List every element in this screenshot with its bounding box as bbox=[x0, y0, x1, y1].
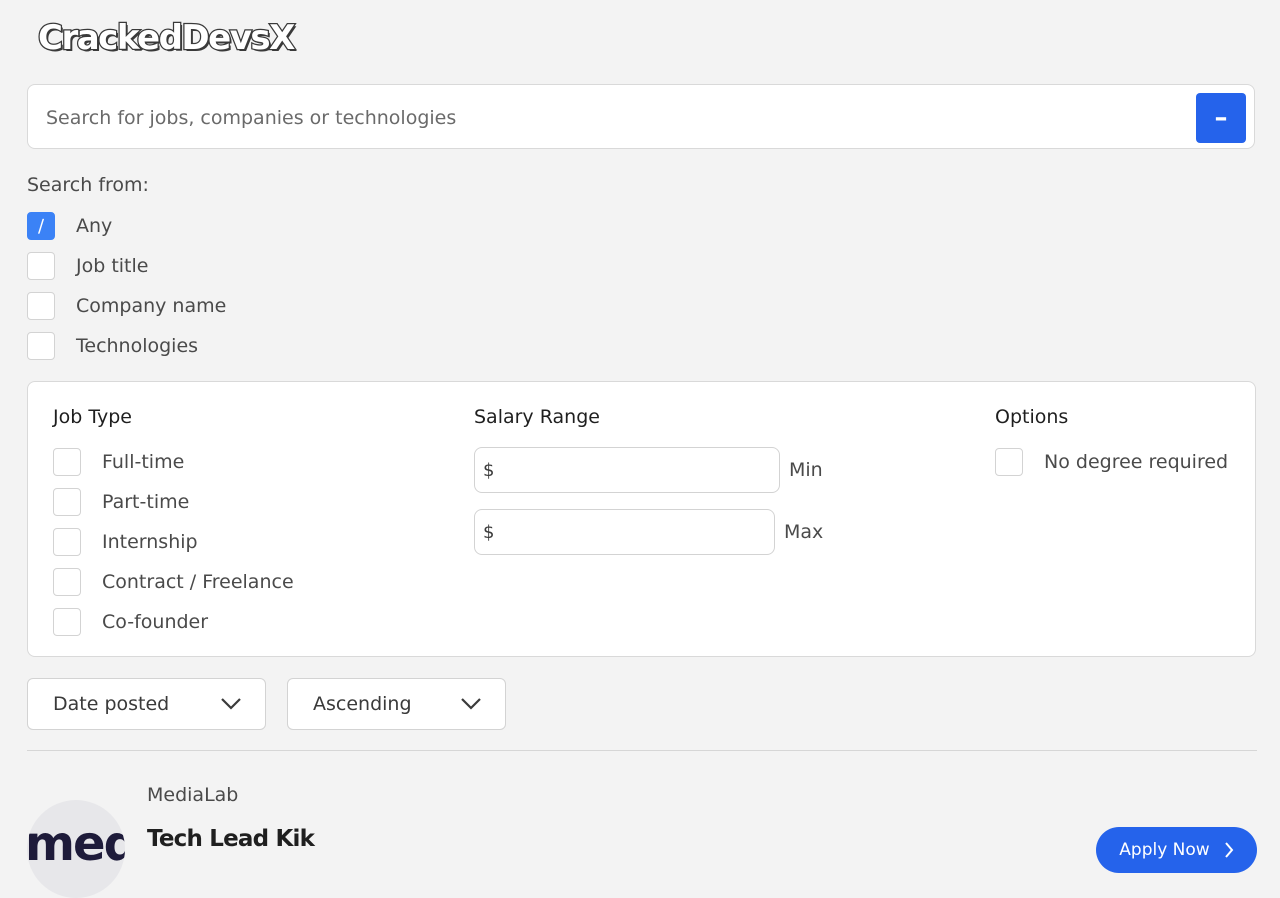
options-heading: Options bbox=[995, 406, 1069, 428]
search-from-any[interactable]: ∕ Any bbox=[27, 211, 112, 241]
job-type-internship[interactable]: Internship bbox=[53, 527, 198, 557]
checkbox-company-name[interactable] bbox=[27, 292, 55, 320]
search-from-label: Search from: bbox=[27, 174, 149, 196]
checkbox-contract[interactable] bbox=[53, 568, 81, 596]
checkbox-label: Technologies bbox=[76, 335, 199, 357]
search-from-technologies[interactable]: Technologies bbox=[27, 331, 198, 361]
checkbox-technologies[interactable] bbox=[27, 332, 55, 360]
company-logo-text: med bbox=[27, 816, 125, 872]
salary-range-heading: Salary Range bbox=[474, 406, 600, 428]
search-from-company-name[interactable]: Company name bbox=[27, 291, 226, 321]
minus-icon: – bbox=[1214, 103, 1228, 133]
checkbox-label: No degree required bbox=[1044, 451, 1229, 473]
salary-max-field[interactable]: $ bbox=[474, 509, 775, 555]
checkbox-internship[interactable] bbox=[53, 528, 81, 556]
company-name[interactable]: MediaLab bbox=[147, 784, 238, 806]
checkbox-any[interactable]: ∕ bbox=[27, 212, 55, 240]
filter-panel: Job Type Full-time Part-time Internship … bbox=[27, 381, 1256, 657]
checkbox-label: Company name bbox=[76, 295, 227, 317]
chevron-right-icon bbox=[1224, 842, 1234, 858]
check-icon: ∕ bbox=[37, 215, 45, 237]
sort-field-value: Date posted bbox=[53, 693, 170, 715]
salary-max-label: Max bbox=[784, 521, 824, 543]
apply-now-label: Apply Now bbox=[1119, 840, 1210, 860]
company-logo[interactable]: med bbox=[27, 800, 125, 898]
currency-symbol: $ bbox=[483, 459, 495, 481]
brand-logo[interactable]: CrackedDevsX bbox=[37, 17, 297, 60]
checkbox-job-title[interactable] bbox=[27, 252, 55, 280]
search-input[interactable] bbox=[44, 97, 1188, 139]
job-type-contract[interactable]: Contract / Freelance bbox=[53, 567, 294, 597]
checkbox-label: Part-time bbox=[102, 491, 190, 513]
checkbox-label: Any bbox=[76, 215, 113, 237]
divider bbox=[27, 750, 1257, 751]
job-type-heading: Job Type bbox=[53, 406, 132, 428]
checkbox-label: Job title bbox=[76, 255, 149, 277]
salary-max-input[interactable] bbox=[500, 520, 738, 544]
job-type-full-time[interactable]: Full-time bbox=[53, 447, 184, 477]
checkbox-label: Full-time bbox=[102, 451, 185, 473]
option-no-degree[interactable]: No degree required bbox=[995, 447, 1228, 477]
checkbox-no-degree[interactable] bbox=[995, 448, 1023, 476]
search-button[interactable]: – bbox=[1196, 93, 1246, 143]
checkbox-label: Internship bbox=[102, 531, 198, 553]
checkbox-label: Co-founder bbox=[102, 611, 209, 633]
apply-now-button[interactable]: Apply Now bbox=[1096, 827, 1257, 873]
job-type-part-time[interactable]: Part-time bbox=[53, 487, 189, 517]
salary-min-field[interactable]: $ bbox=[474, 447, 780, 493]
sort-order-select[interactable]: Ascending bbox=[287, 678, 506, 730]
chevron-down-icon bbox=[221, 698, 241, 710]
sort-order-value: Ascending bbox=[313, 693, 412, 715]
sort-field-select[interactable]: Date posted bbox=[27, 678, 266, 730]
salary-min-input[interactable] bbox=[500, 458, 742, 482]
checkbox-full-time[interactable] bbox=[53, 448, 81, 476]
search-bar: – bbox=[27, 84, 1255, 149]
job-type-co-founder[interactable]: Co-founder bbox=[53, 607, 208, 637]
checkbox-label: Contract / Freelance bbox=[102, 571, 294, 593]
salary-min-label: Min bbox=[789, 459, 823, 481]
currency-symbol: $ bbox=[483, 521, 495, 543]
chevron-down-icon bbox=[461, 698, 481, 710]
checkbox-part-time[interactable] bbox=[53, 488, 81, 516]
checkbox-co-founder[interactable] bbox=[53, 608, 81, 636]
search-from-job-title[interactable]: Job title bbox=[27, 251, 148, 281]
job-title[interactable]: Tech Lead Kik bbox=[147, 826, 315, 852]
